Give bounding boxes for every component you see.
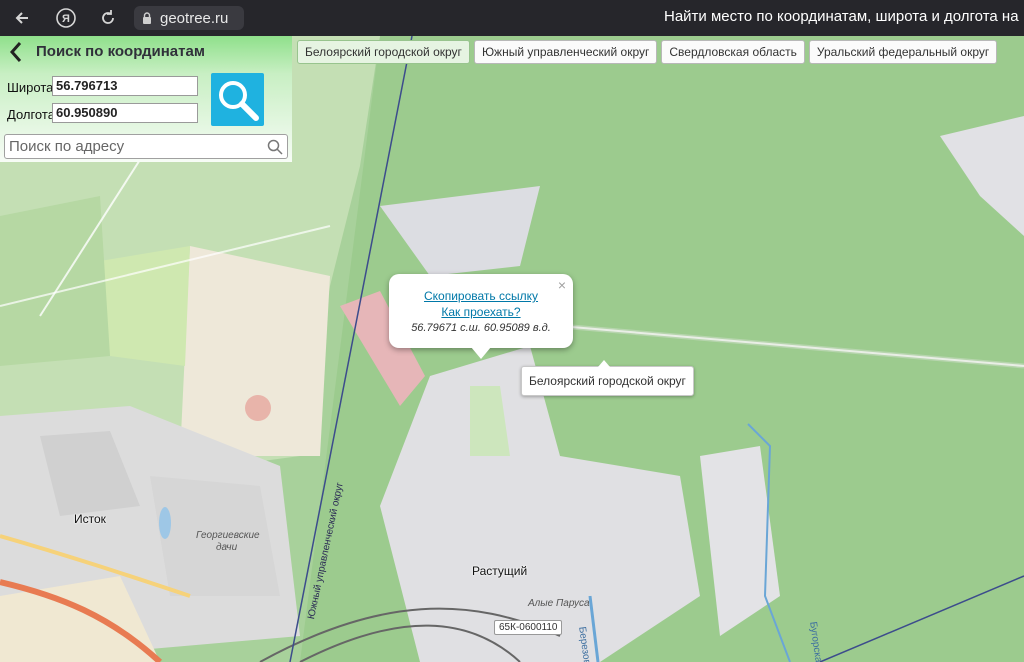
region-breadcrumbs: Белоярский городской округ Южный управле… (297, 40, 998, 66)
longitude-label: Долгота (7, 107, 55, 122)
close-icon[interactable]: × (558, 277, 566, 293)
panel-title: Поиск по координатам (36, 43, 205, 60)
popup-coordinates: 56.79671 с.ш. 60.95089 в.д. (411, 322, 551, 334)
svg-text:Я: Я (62, 13, 70, 25)
page-title: Найти место по координатам, широта и дол… (664, 8, 1019, 25)
breadcrumb-ural-federal[interactable]: Уральский федеральный округ (808, 40, 998, 64)
lock-icon (143, 11, 151, 24)
address-placeholder: Поиск по адресу (9, 138, 125, 155)
longitude-input[interactable]: 60.950890 (52, 103, 198, 123)
yandex-icon[interactable]: Я (54, 6, 78, 30)
breadcrumb-beloyarsky[interactable]: Белоярский городской округ (297, 40, 470, 64)
map-label-dachi: дачи (216, 542, 238, 553)
back-arrow-icon[interactable] (10, 6, 34, 30)
copy-link[interactable]: Скопировать ссылку (389, 289, 573, 303)
map-label-georgievskie: Георгиевские (196, 530, 260, 541)
chevron-left-icon[interactable] (8, 41, 28, 63)
map-label-istok: Исток (74, 512, 106, 526)
address-search-input[interactable]: Поиск по адресу (4, 134, 288, 159)
latitude-label: Широта (7, 80, 54, 95)
magnifier-icon (219, 81, 259, 121)
search-button[interactable] (211, 73, 264, 126)
breadcrumb-south-district[interactable]: Южный управленческий округ (473, 40, 658, 64)
url-text: geotree.ru (160, 9, 229, 27)
map-label-rastushchiy: Растущий (472, 564, 528, 578)
map-label-alye-parusa: Алые Паруса (528, 598, 590, 609)
location-popup: × Скопировать ссылку Как проехать? 56.79… (389, 274, 573, 359)
latitude-input[interactable]: 56.796713 (52, 76, 198, 96)
browser-toolbar: Я geotree.ru Найти место по координатам,… (0, 0, 1024, 36)
directions-link[interactable]: Как проехать? (389, 305, 573, 319)
popup-pointer (471, 347, 491, 359)
road-number-label: 65К-0600110 (494, 620, 563, 635)
breadcrumb-sverdlovsk[interactable]: Свердловская область (661, 40, 805, 64)
search-icon[interactable] (267, 139, 283, 155)
reload-icon[interactable] (96, 6, 120, 30)
address-bar[interactable]: geotree.ru (134, 6, 244, 30)
region-tooltip: Белоярский городской округ (521, 360, 694, 396)
